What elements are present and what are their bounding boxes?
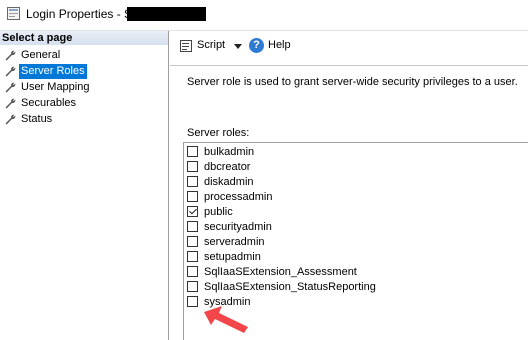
role-checkbox[interactable] — [187, 176, 198, 187]
role-item-serveradmin[interactable]: serveradmin — [187, 235, 527, 250]
role-name: serveradmin — [204, 236, 265, 248]
wrench-icon — [5, 66, 16, 77]
role-name: setupadmin — [204, 251, 261, 263]
role-item-setupadmin[interactable]: setupadmin — [187, 250, 527, 265]
role-name: bulkadmin — [204, 146, 255, 158]
sidebar-item-label: Status — [21, 113, 53, 125]
toolbar: Script ? Help — [169, 31, 528, 61]
server-role-description: Server role is used to grant server-wide… — [187, 76, 518, 88]
role-checkbox[interactable] — [187, 251, 198, 262]
sidebar-item-status[interactable]: Status — [0, 112, 168, 128]
role-checkbox[interactable] — [187, 266, 198, 277]
sidebar-item-label: Server Roles — [19, 64, 87, 79]
sidebar-item-label: General — [21, 49, 61, 61]
sidebar-item-user-mapping[interactable]: User Mapping — [0, 80, 168, 96]
role-item-sqliaasextension-statusreporting[interactable]: SqlIaaSExtension_StatusReporting — [187, 280, 527, 295]
script-dropdown-arrow-icon[interactable] — [234, 44, 242, 49]
role-checkbox[interactable] — [187, 161, 198, 172]
role-checkbox[interactable] — [187, 236, 198, 247]
wrench-icon — [5, 82, 16, 93]
role-name: SqlIaaSExtension_StatusReporting — [204, 281, 376, 293]
role-name: dbcreator — [204, 161, 251, 173]
toolbar-divider — [170, 65, 528, 66]
role-item-public[interactable]: public — [187, 205, 527, 220]
script-icon[interactable] — [179, 39, 193, 53]
sidebar-item-securables[interactable]: Securables — [0, 96, 168, 112]
annotation-arrow-icon — [204, 306, 248, 333]
role-name: processadmin — [204, 191, 273, 203]
select-a-page-header: Select a page — [0, 31, 168, 45]
wrench-icon — [5, 114, 16, 125]
login-properties-app-icon — [7, 7, 20, 20]
script-button[interactable]: Script — [197, 39, 225, 51]
role-item-dbcreator[interactable]: dbcreator — [187, 160, 527, 175]
role-checkbox[interactable] — [187, 191, 198, 202]
sidebar-item-label: Securables — [21, 97, 77, 109]
role-checkbox-checked[interactable] — [187, 206, 198, 217]
window-title: Login Properties - S — [26, 7, 133, 21]
page-list: General Server Roles User Mapping Secura… — [0, 48, 168, 128]
role-name: securityadmin — [204, 221, 272, 233]
sidebar-item-label: User Mapping — [21, 81, 90, 93]
help-button[interactable]: Help — [268, 39, 291, 51]
role-checkbox[interactable] — [187, 146, 198, 157]
help-icon[interactable]: ? — [249, 38, 264, 53]
role-checkbox[interactable] — [187, 281, 198, 292]
role-item-sqliaasextension-assessment[interactable]: SqlIaaSExtension_Assessment — [187, 265, 527, 280]
role-name: public — [204, 206, 233, 218]
sidebar-item-server-roles[interactable]: Server Roles — [0, 64, 168, 80]
title-bar: Login Properties - S — [0, 0, 528, 31]
role-checkbox[interactable] — [187, 221, 198, 232]
role-item-diskadmin[interactable]: diskadmin — [187, 175, 527, 190]
server-roles-list: bulkadmin dbcreator diskadmin processadm… — [187, 145, 527, 310]
role-name: diskadmin — [204, 176, 254, 188]
page-selector-panel: Select a page General Server Roles User … — [0, 31, 169, 340]
server-roles-label: Server roles: — [187, 127, 250, 139]
server-roles-page: Script ? Help Server role is used to gra… — [169, 31, 528, 340]
role-item-processadmin[interactable]: processadmin — [187, 190, 527, 205]
wrench-icon — [5, 98, 16, 109]
role-item-bulkadmin[interactable]: bulkadmin — [187, 145, 527, 160]
role-checkbox[interactable] — [187, 296, 198, 307]
role-item-securityadmin[interactable]: securityadmin — [187, 220, 527, 235]
sidebar-item-general[interactable]: General — [0, 48, 168, 64]
role-name: SqlIaaSExtension_Assessment — [204, 266, 357, 278]
redacted-login-name — [127, 7, 206, 21]
wrench-icon — [5, 50, 16, 61]
